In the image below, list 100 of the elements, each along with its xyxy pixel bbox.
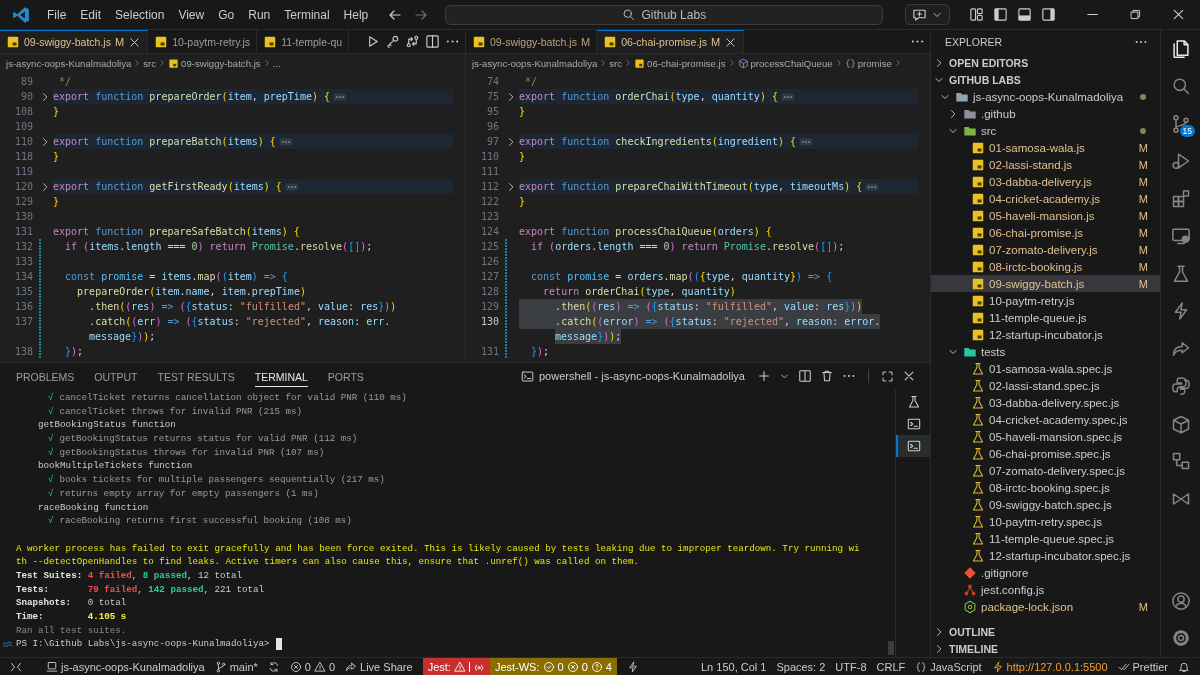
tree-item[interactable]: tests [931, 343, 1160, 360]
tree-item[interactable]: 11-temple-queue.js [931, 309, 1160, 326]
tree-item[interactable]: 11-temple-queue.spec.js [931, 530, 1160, 547]
line-number: 120 [13, 180, 33, 194]
problems-item[interactable]: 0 0 [289, 660, 336, 673]
tree-item[interactable]: src [931, 122, 1160, 139]
command-center-search[interactable]: Github Labs [445, 4, 884, 25]
tree-item[interactable]: 05-haveli-mansion.js M [931, 207, 1160, 224]
breadcrumb-item[interactable]: promise [857, 57, 892, 69]
tree-item[interactable]: 02-lassi-stand.spec.js [931, 377, 1160, 394]
test-result: cancelTicket returns cancellation object for valid PNR (110 ms) [59, 391, 407, 405]
line-number: 131 [13, 225, 33, 239]
tree-item[interactable]: 04-cricket-academy.spec.js [931, 411, 1160, 428]
code-line: } [519, 150, 526, 164]
panel-tab[interactable]: PORTS [327, 365, 364, 387]
tree-item[interactable]: 07-zomato-delivery.js M [931, 241, 1160, 258]
panel-tab[interactable]: TERMINAL [254, 365, 308, 387]
menu-item[interactable]: View [171, 7, 212, 22]
check-mark: √ [48, 514, 54, 528]
menu-item[interactable]: Go [211, 7, 242, 22]
tree-item[interactable]: 08-irctc-booking.js M [931, 258, 1160, 275]
tree-item[interactable]: 07-zomato-delivery.spec.js [931, 462, 1160, 479]
line-number: 125 [479, 240, 499, 254]
code-line: prepareOrder(item.name, item.prepTime) [76, 285, 306, 299]
menu-item[interactable]: File [40, 7, 74, 22]
tree-item[interactable]: 08-irctc-booking.spec.js [931, 479, 1160, 496]
tree-item[interactable]: 12-startup-incubator.js [931, 326, 1160, 343]
summary-label: Test Suites: [16, 568, 84, 583]
menu-item[interactable]: Run [241, 7, 278, 22]
breadcrumb-item[interactable]: js-async-oops-Kunalmadoliya [472, 57, 598, 69]
tree-item[interactable]: 03-dabba-delivery.js M [931, 173, 1160, 190]
code-line: const promise = items.map((item) => { [64, 270, 288, 284]
test-result: cancelTicket throws for invalid PNR (215 ms) [59, 404, 303, 419]
prettier-item[interactable]: Prettier [1117, 660, 1168, 673]
git-status-label: M [1138, 175, 1148, 188]
tree-item[interactable]: 10-paytm-retry.js [931, 292, 1160, 309]
breadcrumb-item[interactable]: src [143, 57, 157, 69]
workspace-item[interactable]: js-async-oops-Kunalmadoliya [46, 660, 205, 673]
line-number: 134 [13, 270, 33, 284]
tree-item[interactable]: package-lock.json M [931, 598, 1160, 615]
status-item[interactable]: Ln 150, Col 1 [701, 660, 767, 673]
editor-tab[interactable]: 11-temple-qu [257, 30, 350, 53]
tree-item[interactable]: 06-chai-promise.spec.js [931, 445, 1160, 462]
terminal-selector[interactable]: powershell - js-async-oops-Kunalmadoliya [520, 369, 745, 383]
breadcrumb-item[interactable]: src [609, 57, 623, 69]
menu-item[interactable]: Edit [73, 7, 109, 22]
status-item[interactable]: CRLF [876, 660, 906, 673]
tree-item[interactable]: .gitignore [931, 564, 1160, 581]
menu-item[interactable]: Terminal [277, 7, 337, 22]
line-number: 135 [13, 285, 33, 299]
section-header[interactable]: OUTLINE [931, 623, 1160, 640]
breadcrumb-item[interactable]: 06-chai-promise.js [647, 57, 726, 69]
line-number: 110 [13, 135, 33, 149]
git-status-label: M [1138, 277, 1148, 290]
breadcrumb-item[interactable]: ... [272, 57, 281, 69]
language-mode[interactable]: JavaScript [915, 660, 982, 673]
panel-tab[interactable]: TEST RESULTS [157, 365, 235, 387]
tree-item[interactable]: 06-chai-promise.js M [931, 224, 1160, 241]
jest-status[interactable]: Jest: [422, 658, 490, 675]
section-header[interactable]: TIMELINE [931, 640, 1160, 657]
status-item[interactable]: Spaces: 2 [776, 660, 826, 673]
code-line: } [519, 195, 526, 209]
editor-tab[interactable]: 09-swiggy-batch.js M [0, 30, 149, 53]
live-share-item[interactable]: Live Share [345, 660, 413, 673]
tree-item[interactable]: 04-cricket-academy.js M [931, 190, 1160, 207]
test-group-title: getBookingStatus function [38, 418, 176, 433]
tree-item[interactable]: 12-startup-incubator.spec.js [931, 547, 1160, 564]
line-number: 130 [479, 315, 499, 329]
tree-item[interactable]: 09-swiggy-batch.js M [931, 275, 1160, 292]
tree-item[interactable]: 01-samosa-wala.spec.js [931, 360, 1160, 377]
tree-item[interactable]: jest.config.js [931, 581, 1160, 598]
tree-item[interactable]: 03-dabba-delivery.spec.js [931, 394, 1160, 411]
panel-tab[interactable]: OUTPUT [94, 365, 138, 387]
line-number: 122 [479, 195, 499, 209]
tree-item[interactable]: js-async-oops-Kunalmadoliya [931, 88, 1160, 105]
editor-tab[interactable]: 06-chai-promise.js M [597, 30, 745, 53]
status-item[interactable]: UTF-8 [835, 660, 867, 673]
menu-item[interactable]: Selection [108, 7, 172, 22]
git-status-label: M [1138, 209, 1148, 222]
tree-item[interactable]: 09-swiggy-batch.spec.js [931, 496, 1160, 513]
line-number: 129 [13, 195, 33, 209]
menu-item[interactable]: Help [336, 7, 376, 22]
line-number: 132 [13, 240, 33, 254]
tree-item[interactable]: 05-haveli-mansion.spec.js [931, 428, 1160, 445]
breadcrumb-item[interactable]: js-async-oops-Kunalmadoliya [6, 57, 132, 69]
line-number: 90 [19, 90, 33, 104]
panel-tab[interactable]: PROBLEMS [16, 365, 75, 387]
tree-item[interactable]: .github [931, 105, 1160, 122]
tree-item[interactable]: 01-samosa-wala.js M [931, 139, 1160, 156]
breadcrumb-item[interactable]: 09-swiggy-batch.js [181, 57, 261, 69]
jest-ws-status[interactable]: Jest-WS: 0 0 4 [489, 658, 617, 675]
go-live-item[interactable]: http://127.0.0.1:5500 [991, 660, 1108, 673]
editor-tab[interactable]: 10-paytm-retry.js [148, 30, 258, 53]
section-header[interactable]: OPEN EDITORS [931, 54, 1160, 71]
tree-item[interactable]: 02-lassi-stand.js M [931, 156, 1160, 173]
breadcrumb-item[interactable]: processChaiQueue [750, 57, 833, 69]
summary-value: 4.105 s [87, 610, 127, 624]
tree-item[interactable]: 10-paytm-retry.spec.js [931, 513, 1160, 530]
branch-item[interactable]: main* [214, 660, 258, 673]
section-header[interactable]: GITHUB LABS [931, 71, 1160, 88]
